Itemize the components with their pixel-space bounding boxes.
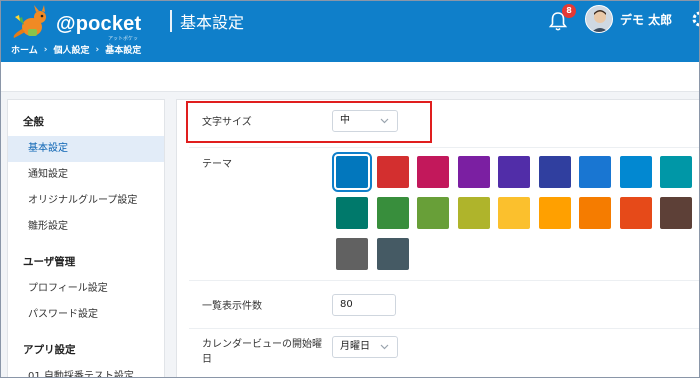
theme-swatch[interactable]	[498, 156, 530, 188]
annotation-highlight-box	[186, 101, 432, 143]
page-title: 基本設定	[180, 13, 245, 32]
header-divider	[170, 10, 172, 32]
theme-swatch[interactable]	[619, 197, 652, 229]
notification-badge: 8	[562, 4, 576, 18]
theme-swatch[interactable]	[332, 152, 372, 192]
sidebar-section-general: 全般	[23, 116, 44, 128]
logo-text: @pocket	[56, 13, 142, 35]
app-header: @pocket アットポケット 基本設定 ホーム › 個人設定 › 基本設定 8…	[0, 0, 700, 62]
theme-swatch[interactable]	[660, 197, 692, 229]
theme-swatch[interactable]	[579, 197, 611, 229]
app-logo[interactable]: @pocket アットポケット	[12, 5, 142, 49]
theme-swatch[interactable]	[376, 197, 409, 229]
row-divider	[189, 147, 700, 148]
sidebar-item-profile-settings[interactable]: プロフィール設定	[8, 276, 164, 302]
sidebar-item-auto-numbering-test[interactable]: 01.自動採番テスト設定	[8, 364, 164, 377]
calendar-start-select[interactable]: 月曜日	[332, 336, 398, 358]
chevron-right-icon: ›	[95, 44, 100, 55]
theme-swatch[interactable]	[538, 156, 571, 188]
theme-swatch[interactable]	[376, 156, 409, 188]
theme-swatch[interactable]	[417, 197, 449, 229]
breadcrumb-home[interactable]: ホーム	[11, 43, 38, 56]
theme-swatch[interactable]	[417, 156, 449, 188]
user-avatar[interactable]	[585, 5, 613, 33]
avatar-photo-icon	[586, 6, 612, 32]
theme-swatch[interactable]	[457, 156, 490, 188]
list-count-input[interactable]: 80	[332, 294, 396, 316]
header-spacer-band	[0, 62, 700, 92]
theme-swatch[interactable]	[619, 156, 652, 188]
sidebar-item-basic-settings[interactable]: 基本設定	[8, 136, 164, 162]
theme-swatch[interactable]	[336, 197, 368, 229]
sidebar-item-template-settings[interactable]: 雛形設定	[8, 214, 164, 240]
theme-swatch[interactable]	[336, 238, 368, 270]
settings-sidebar: 全般 基本設定 通知設定 オリジナルグループ設定 雛形設定 ユーザ管理 プロフィ…	[7, 99, 165, 378]
theme-swatch[interactable]	[660, 156, 692, 188]
breadcrumb: ホーム › 個人設定 › 基本設定	[11, 43, 142, 57]
breadcrumb-current: 基本設定	[105, 46, 142, 56]
sidebar-item-notification-settings[interactable]: 通知設定	[8, 162, 164, 188]
sidebar-section-app-settings: アプリ設定	[23, 344, 76, 356]
theme-swatch[interactable]	[579, 156, 611, 188]
breadcrumb-personal-settings[interactable]: 個人設定	[53, 43, 89, 56]
row-divider	[189, 280, 700, 281]
sidebar-item-password-settings[interactable]: パスワード設定	[8, 302, 164, 328]
chevron-down-icon	[380, 344, 389, 350]
gear-icon[interactable]	[690, 8, 700, 30]
theme-swatch[interactable]	[538, 197, 571, 229]
theme-label: テーマ	[202, 159, 232, 170]
theme-swatch[interactable]	[457, 197, 490, 229]
sidebar-item-original-group-settings[interactable]: オリジナルグループ設定	[8, 188, 164, 214]
kangaroo-mascot-icon	[13, 5, 46, 38]
theme-swatch[interactable]	[376, 238, 409, 270]
calendar-start-label: カレンダービューの開始曜日	[202, 339, 322, 365]
calendar-start-value: 月曜日	[340, 341, 370, 352]
sidebar-section-user-management: ユーザ管理	[23, 256, 76, 268]
theme-swatch[interactable]	[498, 197, 530, 229]
chevron-right-icon: ›	[43, 44, 48, 55]
row-divider	[189, 328, 700, 329]
list-count-label: 一覧表示件数	[202, 301, 262, 312]
user-name[interactable]: デモ 太郎	[620, 11, 672, 28]
